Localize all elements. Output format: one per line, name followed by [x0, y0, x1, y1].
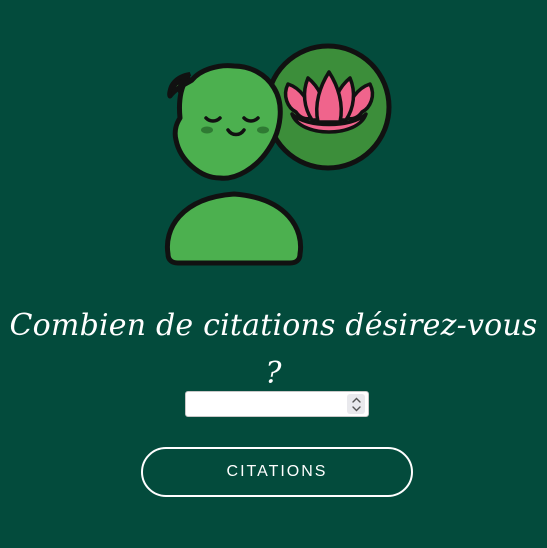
- quantity-field: [185, 391, 369, 417]
- quantity-stepper[interactable]: [347, 394, 365, 414]
- decrement-icon[interactable]: [349, 405, 363, 413]
- quantity-input[interactable]: [186, 392, 341, 416]
- person-body: [164, 191, 304, 266]
- meditation-illustration: [164, 43, 392, 266]
- question-heading: Combien de citations désirez-vous ?: [9, 308, 538, 391]
- person-head: [167, 63, 283, 181]
- increment-icon[interactable]: [349, 396, 363, 404]
- citations-button[interactable]: CITATIONS: [141, 447, 413, 497]
